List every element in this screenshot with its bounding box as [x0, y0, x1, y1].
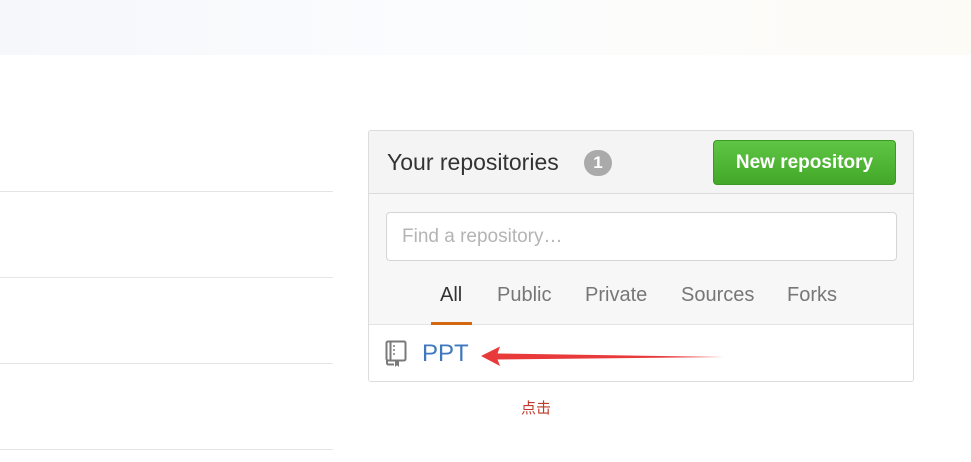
repository-link-ppt[interactable]: PPT — [422, 340, 469, 368]
repositories-panel-header: Your repositories 1 New repository — [369, 131, 913, 194]
repository-filter-area: All Public Private Sources Forks — [369, 194, 913, 325]
tab-sources[interactable]: Sources — [681, 284, 754, 307]
find-repository-input[interactable] — [386, 212, 897, 261]
feed-divider — [0, 449, 333, 450]
annotation-arrow — [481, 346, 724, 366]
tab-all[interactable]: All — [440, 284, 462, 307]
repositories-title: Your repositories — [387, 149, 559, 175]
tab-forks[interactable]: Forks — [787, 284, 837, 307]
feed-divider — [0, 363, 333, 364]
feed-divider — [0, 277, 333, 278]
tab-public[interactable]: Public — [497, 284, 551, 307]
new-repository-button[interactable]: New repository — [713, 140, 896, 185]
repo-book-icon — [385, 340, 407, 367]
annotation-label: 点击 — [521, 400, 552, 417]
page-header-background — [0, 0, 971, 55]
feed-divider — [0, 191, 333, 192]
tab-private[interactable]: Private — [585, 284, 647, 307]
repository-count-badge: 1 — [584, 150, 612, 176]
